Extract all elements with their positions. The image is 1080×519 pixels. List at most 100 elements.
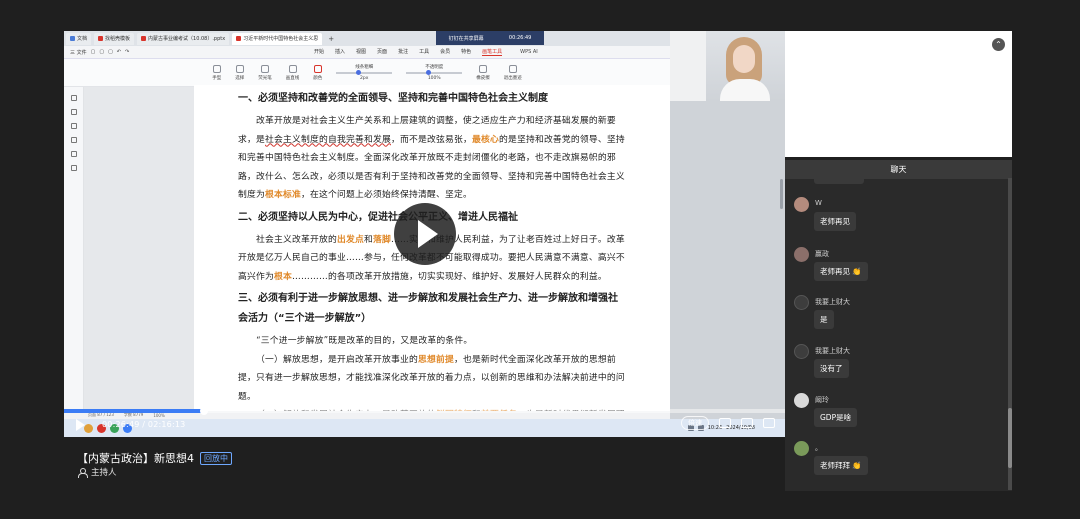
- wps-ai-button[interactable]: WPS AI: [520, 49, 538, 55]
- chat-text: 老师再见: [814, 212, 856, 231]
- emphasis-text: 根本: [274, 271, 292, 282]
- chat-text: 老师拜拜 👏: [814, 456, 868, 475]
- print-icon[interactable]: ▢: [99, 49, 104, 56]
- pip-icon[interactable]: [741, 418, 753, 428]
- video-player[interactable]: 文档 找稻壳模板 内蒙古事业编考试（10.08）.pptx 习近平新时代中国特色…: [64, 31, 785, 437]
- line-tool[interactable]: 画直线: [286, 64, 299, 81]
- bookmark-icon[interactable]: [70, 95, 77, 101]
- tab-icon: [236, 36, 242, 41]
- chrome-icon[interactable]: [84, 423, 93, 433]
- opacity-control[interactable]: 不透明度 100%: [406, 64, 463, 81]
- collapse-button[interactable]: ⌃: [992, 38, 1005, 51]
- menu-pen-tools[interactable]: 画笔工具: [482, 48, 503, 56]
- fullscreen-icon[interactable]: [763, 418, 775, 428]
- live-replay-page: 文档 找稻壳模板 内蒙古事业编考试（10.08）.pptx 习近平新时代中国特色…: [0, 0, 1080, 519]
- paragraph-4: （一）解放思想，是开启改革开放事业的思想前提，也是新时代全面深化改革开放的思想前…: [238, 351, 626, 407]
- thickness-slider[interactable]: [336, 70, 393, 75]
- player-controls: 倍速: [681, 416, 775, 430]
- play-icon[interactable]: [76, 419, 85, 431]
- chat-username: 我要上财大: [815, 347, 850, 355]
- undo-icon[interactable]: ↶: [117, 49, 121, 56]
- comment-icon[interactable]: [70, 123, 77, 129]
- tool-label: 荧光笔: [258, 75, 272, 81]
- tab-icon: [141, 36, 147, 41]
- avatar: [794, 441, 809, 456]
- chat-username: W: [815, 199, 822, 207]
- live-title: 【内蒙古政治】新思想4: [77, 452, 194, 465]
- presenter-face: [733, 45, 755, 73]
- color-tool[interactable]: 颜色: [313, 64, 323, 81]
- hand-icon: [212, 64, 221, 73]
- tool-label: 颜色: [313, 75, 323, 81]
- avatar: [794, 344, 809, 359]
- menu-insert[interactable]: 插入: [335, 48, 345, 56]
- menu-view[interactable]: 视图: [356, 48, 366, 56]
- ribbon-menu: 三 文件 ▢ ▢ ▢ ↶ ↷ 开始 插入 视图 页面 批注 工具 会员 特色 画…: [64, 46, 670, 59]
- menu-member[interactable]: 会员: [440, 48, 450, 56]
- progress-knob[interactable]: [199, 407, 208, 415]
- exit-ink-button[interactable]: 退出墨迹: [503, 64, 522, 81]
- avatar: [794, 247, 809, 262]
- highlighter-tool[interactable]: 荧光笔: [258, 64, 272, 81]
- heading-1: 一、必须坚持和改善党的全面领导、坚持和完善中国特色社会主义制度: [238, 93, 548, 104]
- file-menu[interactable]: 三 文件: [70, 49, 87, 56]
- highlighter-icon: [261, 64, 269, 73]
- speed-button[interactable]: 倍速: [681, 416, 709, 430]
- attachment-icon[interactable]: [70, 137, 77, 143]
- line-icon: [288, 64, 297, 73]
- annotated-text: 社会主义制度的自我完善和发展: [265, 134, 391, 145]
- eraser-tool[interactable]: 橡皮擦: [476, 64, 490, 81]
- search-icon[interactable]: [70, 151, 77, 157]
- big-play-button[interactable]: [394, 203, 456, 265]
- preview-icon[interactable]: ▢: [108, 49, 113, 56]
- hand-tool[interactable]: 手型: [212, 64, 221, 81]
- chat-text: 老师再见 👏: [814, 262, 868, 281]
- tab-current-doc[interactable]: 习近平新时代中国特色社会主义思: [232, 32, 323, 45]
- opacity-value: 100%: [427, 76, 441, 81]
- tab-pptx[interactable]: 内蒙古事业编考试（10.08）.pptx: [137, 32, 230, 45]
- camera-background: [670, 31, 706, 101]
- ribbon-tabs: 开始 插入 视图 页面 批注 工具 会员 特色 画笔工具: [314, 48, 503, 56]
- thickness-control[interactable]: 线条粗细 2px: [336, 64, 393, 81]
- chat-panel: 聊天 W 老师再见 赢政 老师再见 👏 我要上财大 是 我要上财大 没有了 阚玲…: [785, 160, 1012, 491]
- tab-label: 文档: [77, 35, 88, 42]
- tab-icon: [98, 36, 104, 41]
- tab-label: 习近平新时代中国特色社会主义思: [243, 35, 319, 42]
- chat-username: 我要上财大: [815, 298, 850, 306]
- doc-scrollbar[interactable]: [780, 179, 783, 209]
- tab-templates[interactable]: 找稻壳模板: [94, 32, 135, 45]
- chat-username: 。: [815, 444, 822, 452]
- heading-3: 三、必须有利于进一步解放思想、进一步解放和发展社会生产力、进一步解放和增强社会活…: [238, 293, 618, 324]
- playback-time: 00:26:49 / 02:16:13: [102, 420, 186, 429]
- eraser-icon: [479, 64, 487, 73]
- redo-icon[interactable]: ↷: [125, 49, 129, 56]
- browser-tab-strip: 文档 找稻壳模板 内蒙古事业编考试（10.08）.pptx 习近平新时代中国特色…: [64, 31, 670, 46]
- tab-documents[interactable]: 文档: [66, 32, 92, 45]
- video-progress-bar[interactable]: [64, 407, 785, 415]
- menu-features[interactable]: 特色: [461, 48, 471, 56]
- volume-icon[interactable]: [719, 418, 731, 428]
- outline-icon[interactable]: [70, 109, 77, 115]
- tool-label: 退出墨迹: [503, 75, 522, 81]
- select-tool[interactable]: 选择: [235, 64, 244, 81]
- zoom-level[interactable]: 100%: [153, 413, 164, 418]
- tab-icon: [70, 36, 75, 41]
- replay-badge: 回放中: [200, 451, 232, 465]
- menu-home[interactable]: 开始: [314, 48, 324, 56]
- chat-text: 没有了: [814, 359, 849, 378]
- chat-text: 是: [814, 310, 834, 329]
- chat-username: 阚玲: [815, 396, 829, 404]
- presenter-body: [720, 79, 770, 101]
- menu-comment[interactable]: 批注: [398, 48, 408, 56]
- menu-page[interactable]: 页面: [377, 48, 387, 56]
- avatar: [794, 295, 809, 310]
- share-status: 钉钉在共享屏幕: [448, 35, 484, 42]
- opacity-slider[interactable]: [406, 70, 463, 75]
- new-tab-button[interactable]: +: [325, 35, 337, 43]
- menu-tools[interactable]: 工具: [419, 48, 429, 56]
- right-margin: [1012, 0, 1080, 519]
- screen-share-bar: 钉钉在共享屏幕 00:26:49: [436, 31, 544, 45]
- save-icon[interactable]: ▢: [91, 49, 96, 56]
- layers-icon[interactable]: [70, 165, 77, 171]
- body-text: （一）解放思想，是开启改革开放事业的: [256, 354, 418, 365]
